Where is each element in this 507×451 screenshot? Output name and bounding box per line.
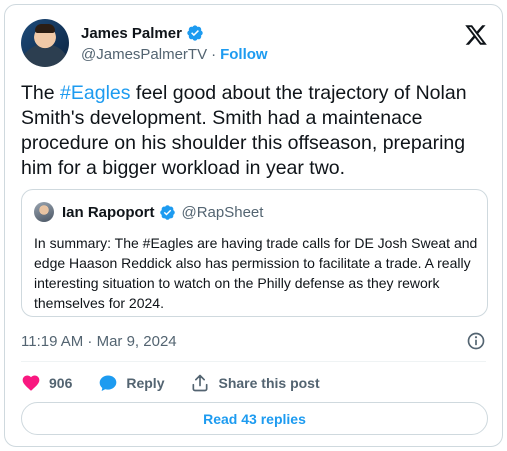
quoted-author-name: Ian Rapoport bbox=[62, 203, 155, 221]
divider bbox=[21, 361, 486, 362]
reply-button[interactable]: Reply bbox=[98, 373, 164, 393]
quoted-tweet[interactable]: Ian Rapoport @RapSheet In summary: The #… bbox=[21, 189, 488, 317]
author-name-row: James Palmer bbox=[81, 24, 204, 42]
tweet-header: James Palmer @JamesPalmerTV · Follow bbox=[21, 19, 488, 67]
quoted-tweet-header: Ian Rapoport @RapSheet bbox=[34, 202, 263, 222]
x-logo-icon[interactable] bbox=[464, 23, 488, 47]
read-replies-button[interactable]: Read 43 replies bbox=[21, 402, 488, 435]
quoted-tweet-text: In summary: The #Eagles are having trade… bbox=[34, 235, 478, 311]
share-label: Share this post bbox=[218, 375, 320, 391]
quoted-author-avatar bbox=[34, 202, 54, 222]
author-avatar[interactable] bbox=[21, 19, 69, 67]
share-icon bbox=[192, 374, 208, 392]
author-name[interactable]: James Palmer bbox=[81, 25, 182, 42]
tweet-actions: 906 Reply Share this post bbox=[21, 369, 346, 397]
like-count: 906 bbox=[49, 375, 73, 391]
reply-label: Reply bbox=[126, 375, 165, 391]
reply-bubble-icon bbox=[100, 375, 117, 391]
author-handle[interactable]: @JamesPalmerTV bbox=[81, 46, 207, 63]
share-button[interactable]: Share this post bbox=[190, 373, 320, 393]
verified-badge-icon bbox=[159, 204, 175, 220]
tweet-text: The #Eagles feel good about the trajecto… bbox=[21, 81, 491, 181]
quoted-author-handle: @RapSheet bbox=[181, 203, 264, 221]
author-handle-row: @JamesPalmerTV · Follow bbox=[81, 46, 268, 63]
like-button[interactable]: 906 bbox=[21, 373, 72, 393]
tweet-card: James Palmer @JamesPalmerTV · Follow The… bbox=[4, 4, 503, 447]
handle-separator: · bbox=[211, 46, 217, 63]
heart-icon bbox=[22, 375, 40, 391]
info-icon[interactable] bbox=[466, 331, 486, 351]
follow-button[interactable]: Follow bbox=[220, 46, 268, 63]
verified-badge-icon bbox=[187, 25, 203, 41]
tweet-timestamp[interactable]: 11:19 AM · Mar 9, 2024 bbox=[21, 333, 177, 350]
tweet-text-start: The bbox=[21, 82, 61, 104]
hashtag-link[interactable]: #Eagles bbox=[60, 82, 130, 104]
